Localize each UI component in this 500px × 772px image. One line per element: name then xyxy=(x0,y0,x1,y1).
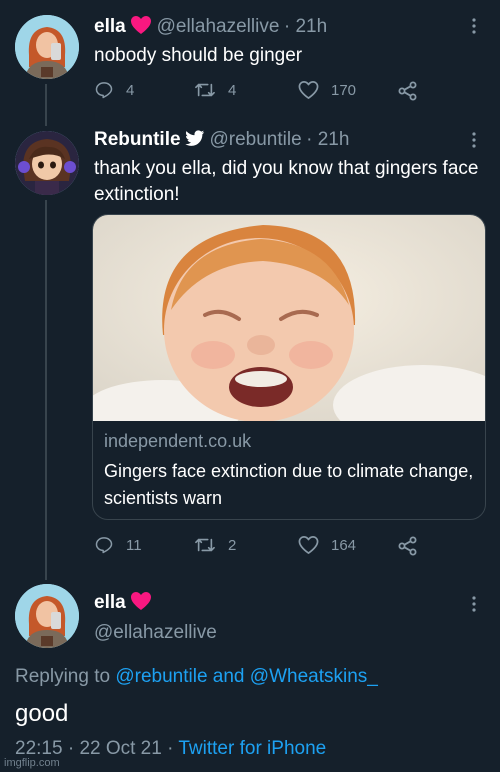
mention-rebuntile[interactable]: @rebuntile xyxy=(115,666,207,687)
link-card[interactable]: independent.co.uk Gingers face extinctio… xyxy=(92,214,486,520)
like-count: 170 xyxy=(331,81,357,99)
reply-icon xyxy=(95,82,113,99)
twitter-bird-icon xyxy=(185,130,205,152)
display-name[interactable]: ella xyxy=(94,592,126,613)
thread-line-1 xyxy=(45,84,47,126)
like-count: 164 xyxy=(331,536,357,554)
tweet-text: thank you ella, did you know that ginger… xyxy=(94,158,479,205)
avatar-rebuntile[interactable] xyxy=(15,131,79,195)
watermark: imgflip.com xyxy=(4,757,60,769)
tweet-source[interactable]: Twitter for iPhone xyxy=(178,738,326,759)
display-name[interactable]: Rebuntile xyxy=(94,129,181,150)
retweet-count: 4 xyxy=(228,81,237,99)
reply-button[interactable]: 11 xyxy=(94,535,142,555)
more-icon[interactable] xyxy=(472,132,476,148)
more-icon[interactable] xyxy=(472,596,476,612)
replying-and: and xyxy=(212,666,245,687)
share-button[interactable] xyxy=(398,81,430,101)
reply-count: 4 xyxy=(126,81,135,99)
card-domain: independent.co.uk xyxy=(104,431,252,451)
avatar-ella[interactable] xyxy=(15,15,79,79)
reply-icon xyxy=(95,537,113,554)
tweet-text: good xyxy=(15,700,69,727)
reply-button[interactable]: 4 xyxy=(94,80,134,100)
tweet1-header: ella @ellahazellive · 21h xyxy=(94,15,327,40)
meta-separator: · xyxy=(67,738,75,759)
tweet3-name-row: ella xyxy=(94,591,152,616)
retweet-button[interactable]: 2 xyxy=(194,535,236,555)
retweet-count: 2 xyxy=(228,536,237,554)
replying-prefix: Replying to xyxy=(15,666,111,687)
like-icon xyxy=(298,536,319,554)
more-icon[interactable] xyxy=(472,18,476,34)
retweet-icon xyxy=(195,538,215,552)
handle[interactable]: @ellahazellive xyxy=(94,622,217,644)
heart-emoji xyxy=(130,15,152,40)
retweet-icon xyxy=(195,83,215,97)
mention-wheatskins[interactable]: @Wheatskins_ xyxy=(250,666,378,687)
tweet-meta: 22:15 · 22 Oct 21 · Twitter for iPhone xyxy=(15,738,326,760)
heart-emoji xyxy=(130,591,152,616)
timestamp[interactable]: · 21h xyxy=(284,16,327,37)
card-title: Gingers face extinction due to climate c… xyxy=(104,461,474,508)
avatar-ella[interactable] xyxy=(15,584,79,648)
display-name[interactable]: ella xyxy=(94,16,126,37)
meta-separator: · xyxy=(167,738,174,759)
card-image xyxy=(93,215,485,445)
tweet-time[interactable]: 22:15 xyxy=(15,738,63,759)
tweet-date[interactable]: 22 Oct 21 xyxy=(79,738,161,759)
share-icon xyxy=(398,536,417,556)
reply-count: 11 xyxy=(126,536,142,554)
timestamp[interactable]: · 21h xyxy=(306,129,349,150)
handle[interactable]: @ellahazellive xyxy=(157,16,280,37)
share-button[interactable] xyxy=(398,536,430,556)
like-icon xyxy=(298,81,319,99)
replying-to: Replying to @rebuntile and @Wheatskins_ xyxy=(15,666,378,688)
like-button[interactable]: 164 xyxy=(298,535,356,555)
retweet-button[interactable]: 4 xyxy=(194,80,236,100)
tweet-text: nobody should be ginger xyxy=(94,45,303,66)
thread-line-2 xyxy=(45,200,47,580)
handle[interactable]: @rebuntile xyxy=(209,129,301,150)
tweet2-header: Rebuntile @rebuntile · 21h xyxy=(94,129,349,152)
like-button[interactable]: 170 xyxy=(298,80,356,100)
share-icon xyxy=(398,81,417,101)
